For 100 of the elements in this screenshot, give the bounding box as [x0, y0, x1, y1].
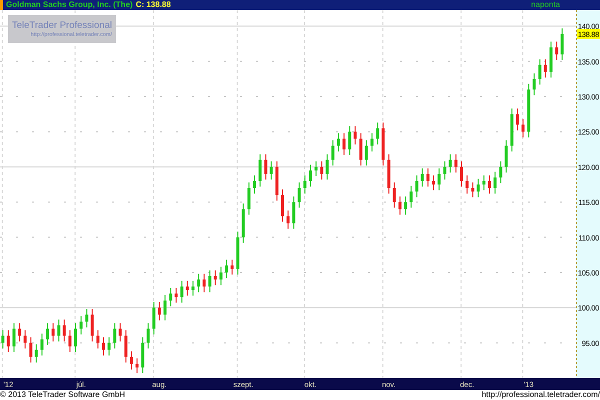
candlestick: [359, 132, 362, 166]
candlestick: [376, 122, 380, 145]
candlestick: [482, 174, 486, 191]
candlestick: [286, 210, 290, 230]
candlestick: [242, 203, 245, 244]
candlestick: [404, 196, 408, 216]
candlestick: [225, 259, 228, 279]
candlestick: [438, 168, 441, 191]
candlestick: [230, 259, 234, 276]
candlestick: [118, 322, 122, 342]
candlestick: [387, 154, 390, 194]
candlestick: [208, 270, 212, 293]
candlestick: [348, 126, 352, 156]
candlestick: [460, 160, 463, 188]
candlestick: [516, 108, 519, 131]
interval-label: naponta: [531, 0, 560, 10]
candlestick: [544, 58, 547, 78]
candlestick: [342, 132, 346, 156]
candlestick: [354, 126, 357, 145]
candlestick: [136, 358, 139, 374]
candlestick: [1, 330, 4, 349]
candlestick: [40, 333, 44, 356]
candlestick: [186, 280, 189, 296]
candlestick: [448, 154, 452, 174]
candlestick: [527, 83, 530, 138]
logo-text: TeleTrader Professional: [12, 20, 112, 32]
candlestick: [192, 280, 194, 296]
candlestick: [270, 160, 273, 180]
candlestick: [494, 171, 497, 194]
last-close-value: C: 138.88: [136, 0, 171, 10]
candlestick: [504, 140, 508, 174]
candlestick: [454, 154, 458, 174]
candlestick: [538, 58, 542, 86]
candlestick: [96, 330, 100, 349]
candlestick: [12, 322, 16, 352]
candlestick: [320, 160, 324, 180]
candlestick: [471, 182, 474, 198]
candlestick: [34, 344, 38, 364]
candlestick: [420, 168, 424, 188]
candlestick: [555, 41, 558, 60]
candlestick: [443, 160, 446, 180]
candlestick: [74, 322, 78, 352]
candlestick: [410, 185, 413, 208]
candlestick: [292, 196, 296, 230]
candlestick: [146, 322, 150, 349]
candlestick: [124, 330, 128, 364]
candlestick: [303, 174, 306, 194]
candlestick: [364, 140, 368, 166]
candlestick: [247, 182, 250, 216]
candlestick: [18, 322, 22, 342]
candlestick: [113, 322, 116, 349]
candlestick: [331, 140, 334, 166]
candlestick: [68, 330, 72, 352]
candlestick: [281, 188, 284, 222]
candlestick: [197, 273, 200, 293]
candlestick: [169, 287, 172, 307]
candlestick: [426, 168, 430, 188]
candlestick: [57, 319, 60, 342]
color-strip-icon: [0, 0, 3, 10]
candlestick: [85, 308, 88, 328]
candlestick: [164, 294, 167, 321]
candlestick: [6, 330, 10, 352]
candlestick: [382, 122, 385, 166]
candlestick: [174, 287, 178, 304]
candlestick: [152, 302, 156, 335]
candlestick: [102, 336, 105, 356]
candlestick: [214, 270, 217, 286]
candlestick: [308, 164, 312, 188]
candlestick: [370, 132, 374, 152]
candlestick: [336, 132, 340, 152]
candlestick: [522, 118, 525, 138]
candlestick: [560, 28, 564, 60]
candlestick: [415, 174, 418, 198]
candlestick: [392, 182, 396, 208]
candlestick: [80, 316, 83, 335]
candlestick: [550, 41, 553, 78]
candlestick: [326, 154, 329, 180]
candlestick: [398, 196, 402, 216]
candlestick: [466, 174, 469, 194]
candlestick: [130, 350, 133, 370]
candlestick: [275, 160, 278, 202]
candlestick: [476, 178, 480, 198]
security-title: Goldman Sachs Group, Inc. (The): [6, 0, 133, 10]
candlestick: [298, 182, 301, 208]
candlestick: [488, 174, 491, 194]
candlestick: [499, 160, 502, 184]
candlestick: [52, 322, 55, 342]
footer-url[interactable]: http://professional.teletrader.com/: [482, 390, 600, 400]
candlestick: [314, 160, 318, 177]
candlestick: [180, 280, 184, 304]
candlestick: [264, 154, 268, 180]
candlestick: [253, 174, 256, 194]
candlestick: [219, 266, 222, 286]
candlestick: [236, 231, 240, 276]
candlestick: [90, 308, 94, 342]
candlestick: [432, 174, 436, 191]
candlestick: [46, 322, 50, 346]
candlestick: [29, 336, 32, 364]
candlestick: [510, 108, 514, 152]
candlestick: [62, 319, 66, 342]
